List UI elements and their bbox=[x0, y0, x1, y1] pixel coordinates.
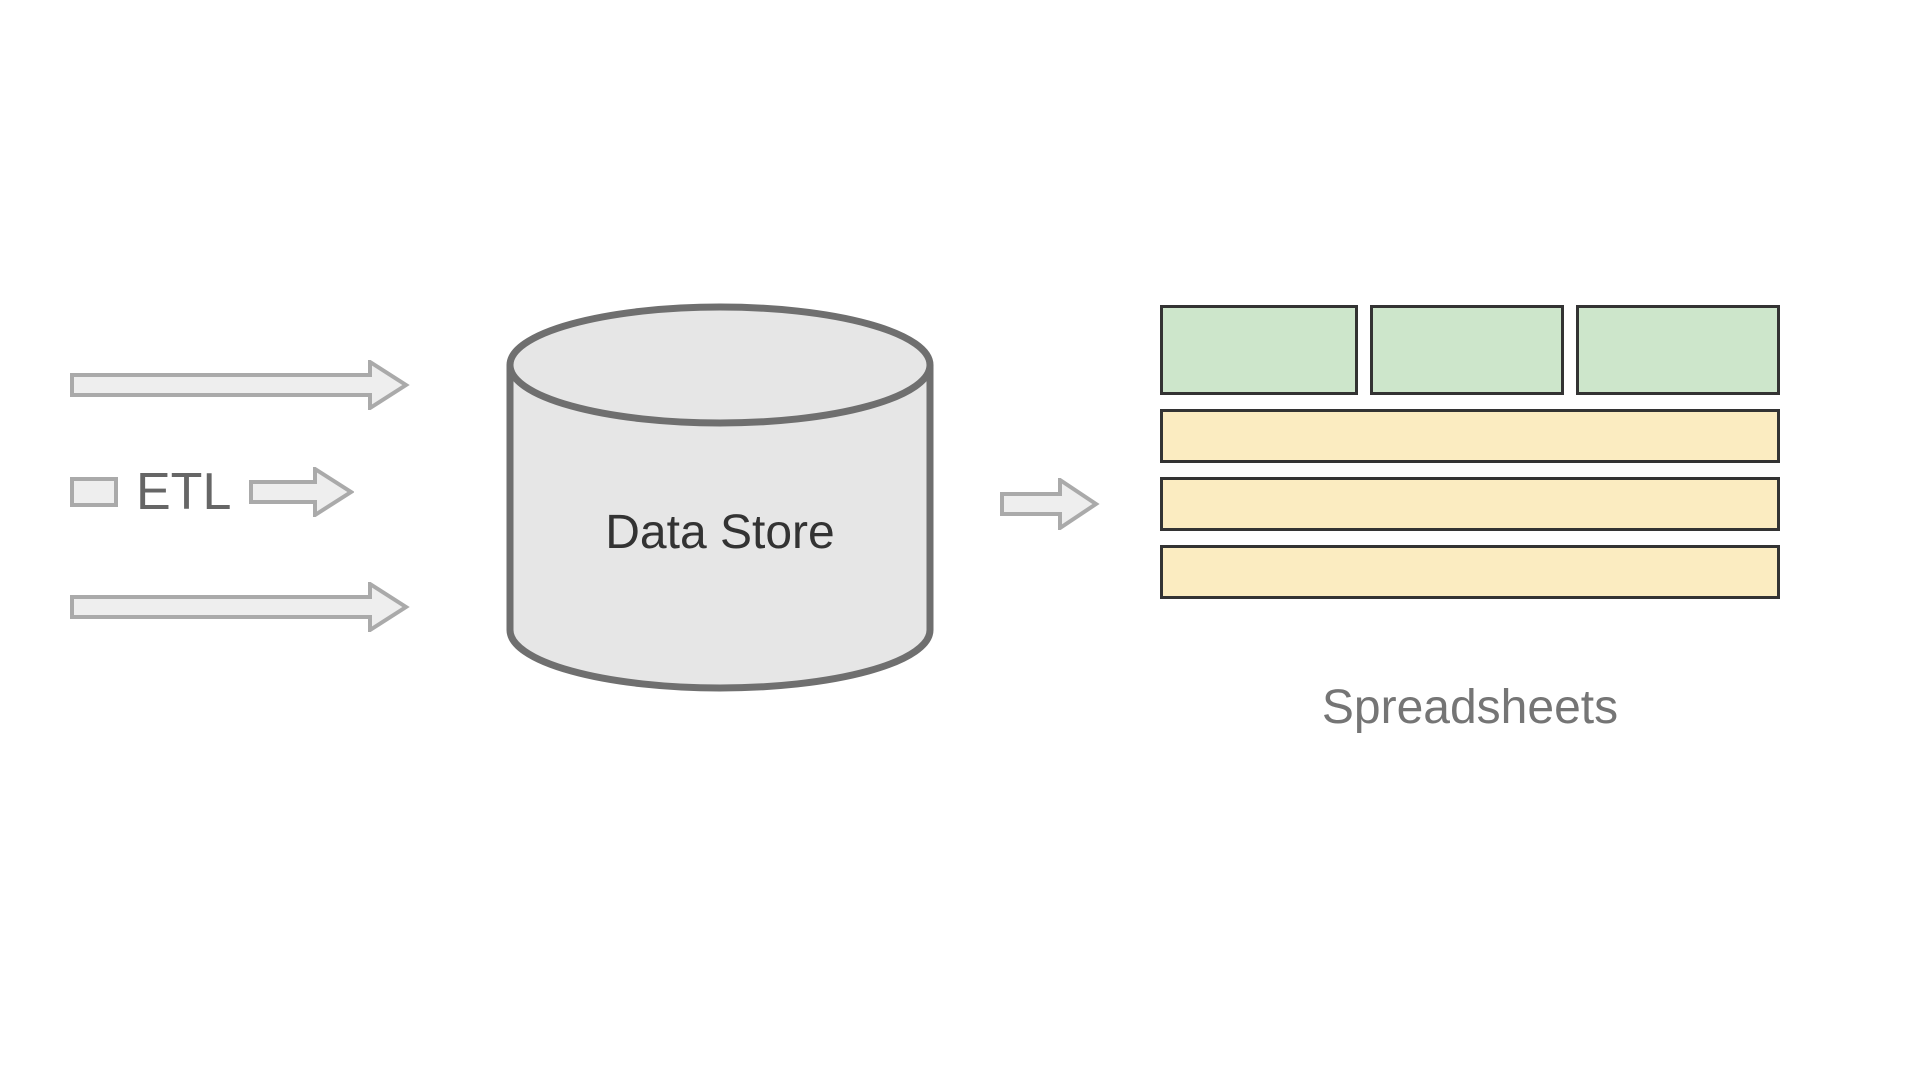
spreadsheet-row bbox=[1160, 545, 1780, 599]
spreadsheet-tab bbox=[1160, 305, 1358, 395]
arrow-right-icon bbox=[249, 467, 354, 517]
spreadsheet-row bbox=[1160, 409, 1780, 463]
spreadsheets-block bbox=[1160, 305, 1780, 613]
etl-source-box-icon bbox=[70, 477, 118, 507]
data-store-label: Data Store bbox=[490, 505, 950, 560]
etl-input-arrows-group: ETL bbox=[70, 360, 410, 688]
etl-label-row: ETL bbox=[70, 462, 410, 522]
input-arrow-bottom bbox=[70, 582, 410, 632]
spreadsheets-label: Spreadsheets bbox=[1160, 680, 1780, 735]
spreadsheet-row bbox=[1160, 477, 1780, 531]
etl-datastore-spreadsheets-diagram: ETL Data Store bbox=[0, 0, 1920, 1080]
output-arrow bbox=[1000, 478, 1100, 535]
spreadsheet-tab bbox=[1576, 305, 1780, 395]
database-cylinder-icon bbox=[490, 300, 950, 700]
spreadsheet-tabs-row bbox=[1160, 305, 1780, 395]
input-arrow-top bbox=[70, 360, 410, 410]
spreadsheet-tab bbox=[1370, 305, 1564, 395]
arrow-right-icon bbox=[1000, 478, 1100, 530]
arrow-right-icon bbox=[70, 360, 410, 410]
etl-label: ETL bbox=[136, 462, 231, 522]
arrow-right-icon bbox=[70, 582, 410, 632]
data-store-cylinder bbox=[490, 300, 950, 705]
